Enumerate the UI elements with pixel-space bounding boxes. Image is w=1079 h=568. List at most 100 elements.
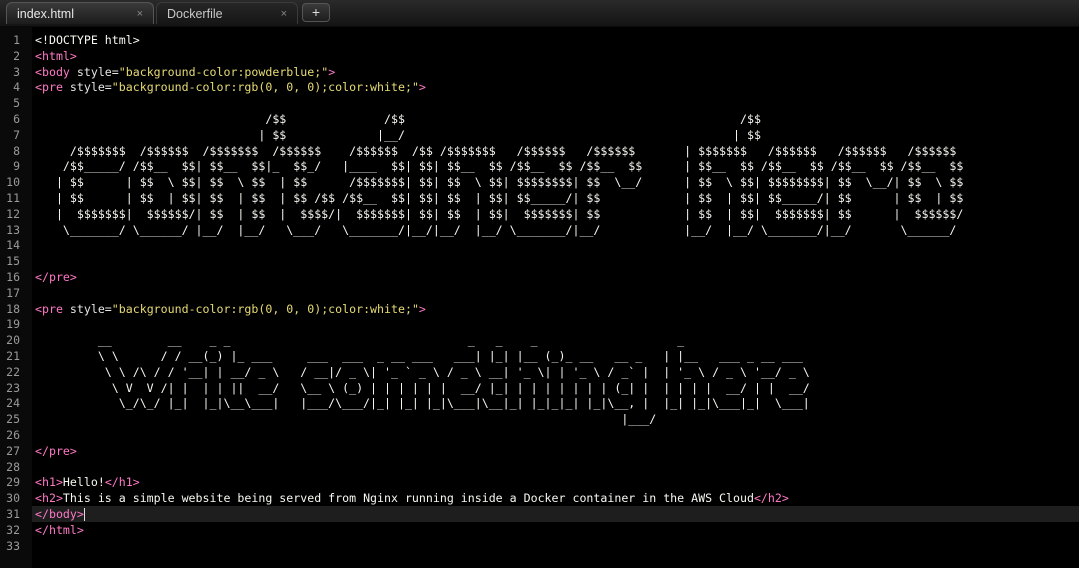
line-number: 17 [6, 285, 20, 300]
line-number: 6 [13, 112, 20, 126]
code-line[interactable]: </pre> [35, 443, 77, 459]
code-line[interactable]: <!DOCTYPE html> [35, 32, 140, 48]
code-token: | $$ | $$ | $$| $$ | $$ | $$ /$$ /$$__ $… [35, 191, 964, 205]
code-token: <body [35, 64, 77, 79]
code-token: <!DOCTYPE html> [35, 33, 140, 47]
line-number: 10 [6, 175, 20, 190]
current-line-highlight [32, 506, 1079, 522]
code-token: </h1> [104, 475, 140, 490]
code-token: </h2> [753, 491, 789, 506]
code-line[interactable]: \_/\_/ |_| |_|\__\___| |___/\___/|_| |_|… [35, 395, 810, 411]
code-token: | $$ | $$ \ $$| $$ \ $$ | $$ /$$$$$$$| $… [35, 175, 964, 190]
code-line[interactable]: </pre> [35, 269, 77, 285]
line-number: 19 [6, 317, 20, 332]
tab-dockerfile[interactable]: Dockerfile × [156, 2, 298, 24]
line-number: 23 [6, 380, 20, 395]
code-token: style= [76, 64, 119, 79]
line-number: 28 [6, 459, 20, 474]
line-number: 3 [13, 64, 20, 79]
code-line[interactable]: <h1>Hello!</h1> [35, 474, 140, 490]
line-number: 30 [6, 491, 20, 506]
code-token: "background-color:rgb(0, 0, 0);color:whi… [111, 301, 419, 316]
line-number: 9 [13, 159, 20, 174]
line-number: 32 [6, 522, 20, 537]
line-number: 18 [6, 301, 20, 316]
code-token: > [418, 80, 426, 95]
code-token: /$$$$$$$ /$$$$$$ /$$$$$$$ /$$$$$$ /$$$$$… [35, 143, 957, 158]
line-number: 15 [6, 254, 20, 269]
line-number: 22 [6, 364, 20, 379]
line-number: 20 [6, 333, 20, 348]
line-number: 14 [6, 238, 20, 253]
code-line[interactable]: \_______/ \______/ |__/ |__/ \___/ \____… [35, 222, 956, 238]
code-token: Hello! [62, 475, 105, 490]
code-line[interactable]: <pre style="background-color:rgb(0, 0, 0… [35, 79, 426, 95]
code-token: > [418, 301, 426, 316]
code-line[interactable]: \ \ / / __(_) |_ ___ ___ ___ _ __ ___ __… [35, 348, 803, 364]
code-token: <h2> [35, 491, 63, 506]
line-number: 8 [13, 143, 20, 158]
code-line[interactable]: __ __ _ _ _ _ _ _ [35, 332, 684, 348]
code-line[interactable]: <h2>This is a simple website being serve… [35, 490, 789, 506]
code-line[interactable]: </body> [35, 506, 85, 522]
code-line[interactable]: /$$_____/ /$$__ $$| $$__ $$|_ $$_/ |____… [35, 158, 963, 174]
code-token: style= [69, 301, 112, 316]
code-token: > [328, 64, 336, 79]
tab-label: index.html [17, 7, 74, 21]
code-token: <h1> [35, 475, 63, 490]
line-number-gutter: 1 2 3 4 5 6 7 8 9 10 11 12 13 14 15 16 17 18 19 20 21 22 23 24 2… [0, 27, 32, 568]
line-number: 13 [6, 222, 20, 237]
tab-label: Dockerfile [167, 7, 223, 21]
code-token: \_/\_/ |_| |_|\__\___| |___/\___/|_| |_|… [35, 396, 810, 411]
line-number: 5 [13, 96, 20, 111]
close-icon[interactable]: × [137, 3, 143, 26]
line-number: 1 [13, 33, 20, 47]
code-token: | $$$$$$$| $$$$$$/| $$ | $$ | $$$$/| $$$… [35, 206, 964, 221]
code-token: /$$ /$$ /$$ [35, 112, 761, 126]
tab-bar: index.html × Dockerfile × + [0, 0, 1079, 27]
line-number: 26 [6, 428, 20, 442]
text-cursor [83, 508, 85, 521]
code-token: \ \ /\ / / '__| | __/ _ \ / __|/ _ \| '_… [35, 364, 810, 379]
code-line[interactable]: <html> [35, 48, 77, 64]
line-number: 29 [6, 475, 20, 490]
code-editor[interactable]: <!DOCTYPE html> <html> <body style="backgr… [32, 27, 1079, 568]
line-number: 25 [6, 412, 20, 427]
code-line[interactable]: \ \ /\ / / '__| | __/ _ \ / __|/ _ \| '_… [35, 364, 810, 380]
code-line[interactable]: <body style="background-color:powderblue… [35, 64, 335, 80]
code-line[interactable]: /$$$$$$$ /$$$$$$ /$$$$$$$ /$$$$$$ /$$$$$… [35, 143, 956, 159]
code-line[interactable]: | $$$$$$$| $$$$$$/| $$ | $$ | $$$$/| $$$… [35, 206, 963, 222]
code-token: style= [69, 80, 112, 95]
tab-index-html[interactable]: index.html × [6, 2, 154, 24]
code-line[interactable]: | $$ |__/ | $$ [35, 127, 761, 143]
code-token: \ \ / / __(_) |_ ___ ___ ___ _ __ ___ __… [35, 349, 803, 363]
code-line[interactable]: <pre style="background-color:rgb(0, 0, 0… [35, 301, 426, 317]
code-line[interactable]: </html> [35, 522, 84, 538]
line-number: 31 [6, 507, 20, 521]
code-line[interactable]: \ V V /| | | | || __/ \__ \ (_) | | | | … [35, 380, 810, 396]
code-token: |___/ [35, 412, 657, 427]
line-number: 24 [6, 396, 20, 411]
new-tab-button[interactable]: + [302, 3, 330, 22]
line-number: 12 [6, 206, 20, 221]
code-token: \_______/ \______/ |__/ |__/ \___/ \____… [35, 222, 957, 237]
line-number: 33 [6, 538, 20, 553]
line-number: 7 [13, 127, 20, 142]
code-token: <pre [35, 301, 70, 316]
code-line[interactable]: | $$ | $$ | $$| $$ | $$ | $$ /$$ /$$__ $… [35, 190, 963, 206]
line-number: 2 [13, 48, 20, 63]
close-icon[interactable]: × [281, 3, 287, 26]
code-token: | $$ |__/ | $$ [35, 127, 761, 142]
code-token: /$$_____/ /$$__ $$| $$__ $$|_ $$_/ |____… [35, 159, 964, 174]
code-token: <pre [35, 80, 70, 95]
code-token: __ __ _ _ _ _ _ _ [35, 333, 685, 348]
code-token: </pre> [35, 270, 77, 284]
code-token: <html> [35, 48, 77, 63]
code-token: </pre> [35, 443, 77, 458]
line-number: 21 [6, 349, 20, 363]
code-token: </html> [35, 522, 84, 537]
code-line[interactable]: /$$ /$$ /$$ [35, 111, 761, 127]
code-line[interactable]: | $$ | $$ \ $$| $$ \ $$ | $$ /$$$$$$$| $… [35, 174, 963, 190]
code-token: This is a simple website being served fr… [62, 491, 754, 506]
code-line[interactable]: |___/ [35, 411, 656, 427]
